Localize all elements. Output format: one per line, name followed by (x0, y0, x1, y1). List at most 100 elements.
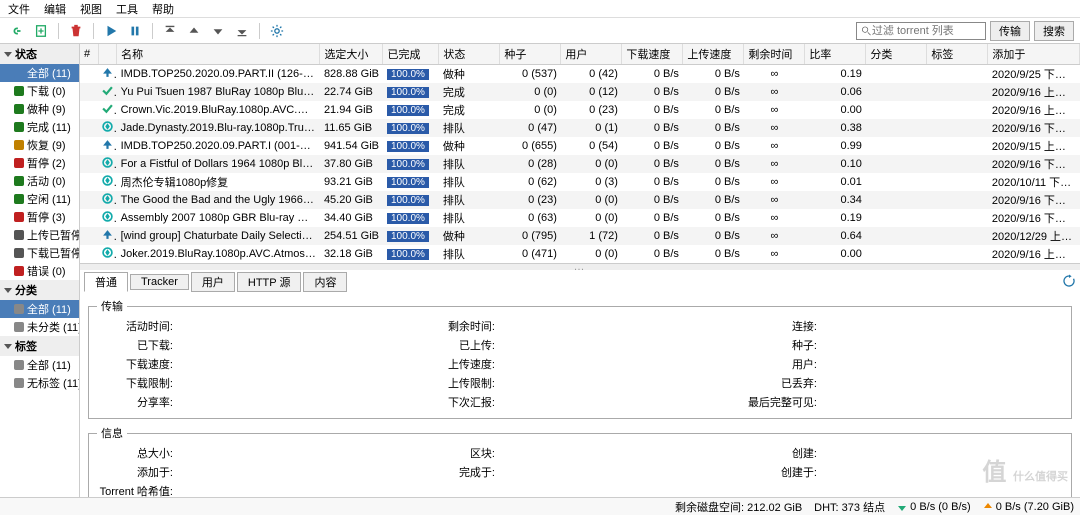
delete-button[interactable] (65, 21, 87, 41)
sidebar-group[interactable]: 状态 (0, 44, 79, 64)
sidebar-item[interactable]: 未分类 (11) (0, 318, 79, 336)
column-header[interactable]: 状态 (439, 44, 500, 65)
transfer-legend: 传输 (97, 298, 127, 314)
column-header[interactable]: # (80, 44, 98, 65)
row-name: Assembly 2007 1080p GBR Blu-ray MPEG-2 D… (117, 209, 320, 227)
row-added: 2020/9/16 上午… (988, 83, 1080, 101)
row-status-icon (98, 227, 116, 245)
sidebar-item[interactable]: 恢复 (9) (0, 136, 79, 154)
move-down-button[interactable] (207, 21, 229, 41)
filter-search-box[interactable] (856, 22, 986, 40)
add-link-button[interactable] (6, 21, 28, 41)
tab-content[interactable]: 内容 (303, 272, 347, 292)
column-header[interactable]: 选定大小 (320, 44, 383, 65)
sidebar-group[interactable]: 标签 (0, 336, 79, 356)
row-seeds: 0 (23) (500, 191, 561, 209)
menu-help[interactable]: 帮助 (152, 1, 174, 17)
row-size: 21.94 GiB (320, 101, 383, 119)
row-done: 100.0% (383, 119, 439, 137)
menu-edit[interactable]: 编辑 (44, 1, 66, 17)
table-row[interactable]: Assembly 2007 1080p GBR Blu-ray MPEG-2 D… (80, 209, 1080, 227)
row-status: 排队 (439, 155, 500, 173)
column-header[interactable]: 用户 (561, 44, 622, 65)
row-seeds: 0 (28) (500, 155, 561, 173)
refresh-icon[interactable] (1062, 274, 1076, 291)
tab-general[interactable]: 普通 (84, 272, 128, 292)
move-top-button[interactable] (159, 21, 181, 41)
resume-button[interactable] (100, 21, 122, 41)
table-row[interactable]: Crown.Vic.2019.BluRay.1080p.AVC.DTS-HD.M… (80, 101, 1080, 119)
tab-search[interactable]: 搜索 (1034, 21, 1074, 41)
row-size: 32.18 GiB (320, 245, 383, 263)
row-done: 100.0% (383, 245, 439, 263)
row-added: 2020/9/16 上午… (988, 245, 1080, 263)
table-row[interactable]: 周杰伦专辑1080p修复93.21 GiB100.0%排队0 (62)0 (3)… (80, 173, 1080, 191)
column-header[interactable]: 名称 (117, 44, 320, 65)
row-ratio: 0.38 (805, 119, 866, 137)
column-header[interactable]: 分类 (866, 44, 927, 65)
column-header[interactable] (98, 44, 116, 65)
row-name: For a Fistful of Dollars 1964 1080p BluR… (117, 155, 320, 173)
column-header[interactable]: 上传速度 (683, 44, 744, 65)
menu-view[interactable]: 视图 (80, 1, 102, 17)
table-row[interactable]: [wind group] Chaturbate Daily Selection … (80, 227, 1080, 245)
filter-input[interactable] (872, 25, 981, 37)
table-row[interactable]: Yu Pui Tsuen 1987 BluRay 1080p Blu-ray A… (80, 83, 1080, 101)
row-ratio: 0.19 (805, 209, 866, 227)
sidebar-item[interactable]: 活动 (0) (0, 172, 79, 190)
sidebar-item[interactable]: 暂停 (2) (0, 154, 79, 172)
sidebar-item[interactable]: 错误 (0) (0, 262, 79, 280)
add-file-button[interactable] (30, 21, 52, 41)
sidebar-item[interactable]: 上传已暂停 (3) (0, 226, 79, 244)
row-done: 100.0% (383, 209, 439, 227)
row-ratio: 0.01 (805, 173, 866, 191)
move-up-button[interactable] (183, 21, 205, 41)
column-header[interactable]: 标签 (927, 44, 988, 65)
row-status: 排队 (439, 119, 500, 137)
tab-peers[interactable]: 用户 (191, 272, 235, 292)
row-ul: 0 B/s (683, 245, 744, 263)
sidebar-group[interactable]: 分类 (0, 280, 79, 300)
row-ul: 0 B/s (683, 173, 744, 191)
sidebar-item[interactable]: 下载 (0) (0, 82, 79, 100)
row-status: 排队 (439, 191, 500, 209)
row-done: 100.0% (383, 101, 439, 119)
pause-button[interactable] (124, 21, 146, 41)
table-row[interactable]: IMDB.TOP250.2020.09.PART.I (001-125)941.… (80, 137, 1080, 155)
table-row[interactable]: Jade.Dynasty.2019.Blu-ray.1080p.TrueHD.5… (80, 119, 1080, 137)
table-row[interactable]: The Good the Bad and the Ugly 1966 BluRa… (80, 191, 1080, 209)
torrent-table: # 名称选定大小已完成状态种子用户下载速度上传速度剩余时间比率分类标签添加于 IM… (80, 44, 1080, 264)
sidebar-item[interactable]: 完成 (11) (0, 118, 79, 136)
tab-transfers[interactable]: 传输 (990, 21, 1030, 41)
table-row[interactable]: IMDB.TOP250.2020.09.PART.II (126-250)828… (80, 65, 1080, 84)
menu-file[interactable]: 文件 (8, 1, 30, 17)
sidebar-item[interactable]: 空闲 (11) (0, 190, 79, 208)
column-header[interactable]: 剩余时间 (744, 44, 805, 65)
detail-field: 已上传: (419, 337, 741, 353)
sidebar-item[interactable]: 下载已暂停 (0) (0, 244, 79, 262)
tab-tracker[interactable]: Tracker (130, 274, 189, 290)
column-header[interactable]: 比率 (805, 44, 866, 65)
row-status: 排队 (439, 209, 500, 227)
sidebar-item[interactable]: 全部 (11) (0, 356, 79, 374)
row-status: 做种 (439, 137, 500, 155)
table-row[interactable]: For a Fistful of Dollars 1964 1080p BluR… (80, 155, 1080, 173)
sidebar-item[interactable]: 无标签 (11) (0, 374, 79, 392)
sidebar-item[interactable]: 做种 (9) (0, 100, 79, 118)
row-peers: 0 (54) (561, 137, 622, 155)
column-header[interactable]: 下载速度 (622, 44, 683, 65)
row-eta: ∞ (744, 191, 805, 209)
menu-tools[interactable]: 工具 (116, 1, 138, 17)
tab-http[interactable]: HTTP 源 (237, 272, 302, 292)
sidebar-item[interactable]: 全部 (11) (0, 300, 79, 318)
row-ratio: 0.00 (805, 101, 866, 119)
column-header[interactable]: 种子 (500, 44, 561, 65)
row-eta: ∞ (744, 155, 805, 173)
settings-button[interactable] (266, 21, 288, 41)
sidebar-item[interactable]: 全部 (11) (0, 64, 79, 82)
row-ratio: 0.19 (805, 65, 866, 84)
sidebar-item[interactable]: 暂停 (3) (0, 208, 79, 226)
move-bottom-button[interactable] (231, 21, 253, 41)
column-header[interactable]: 添加于 (988, 44, 1080, 65)
column-header[interactable]: 已完成 (383, 44, 439, 65)
